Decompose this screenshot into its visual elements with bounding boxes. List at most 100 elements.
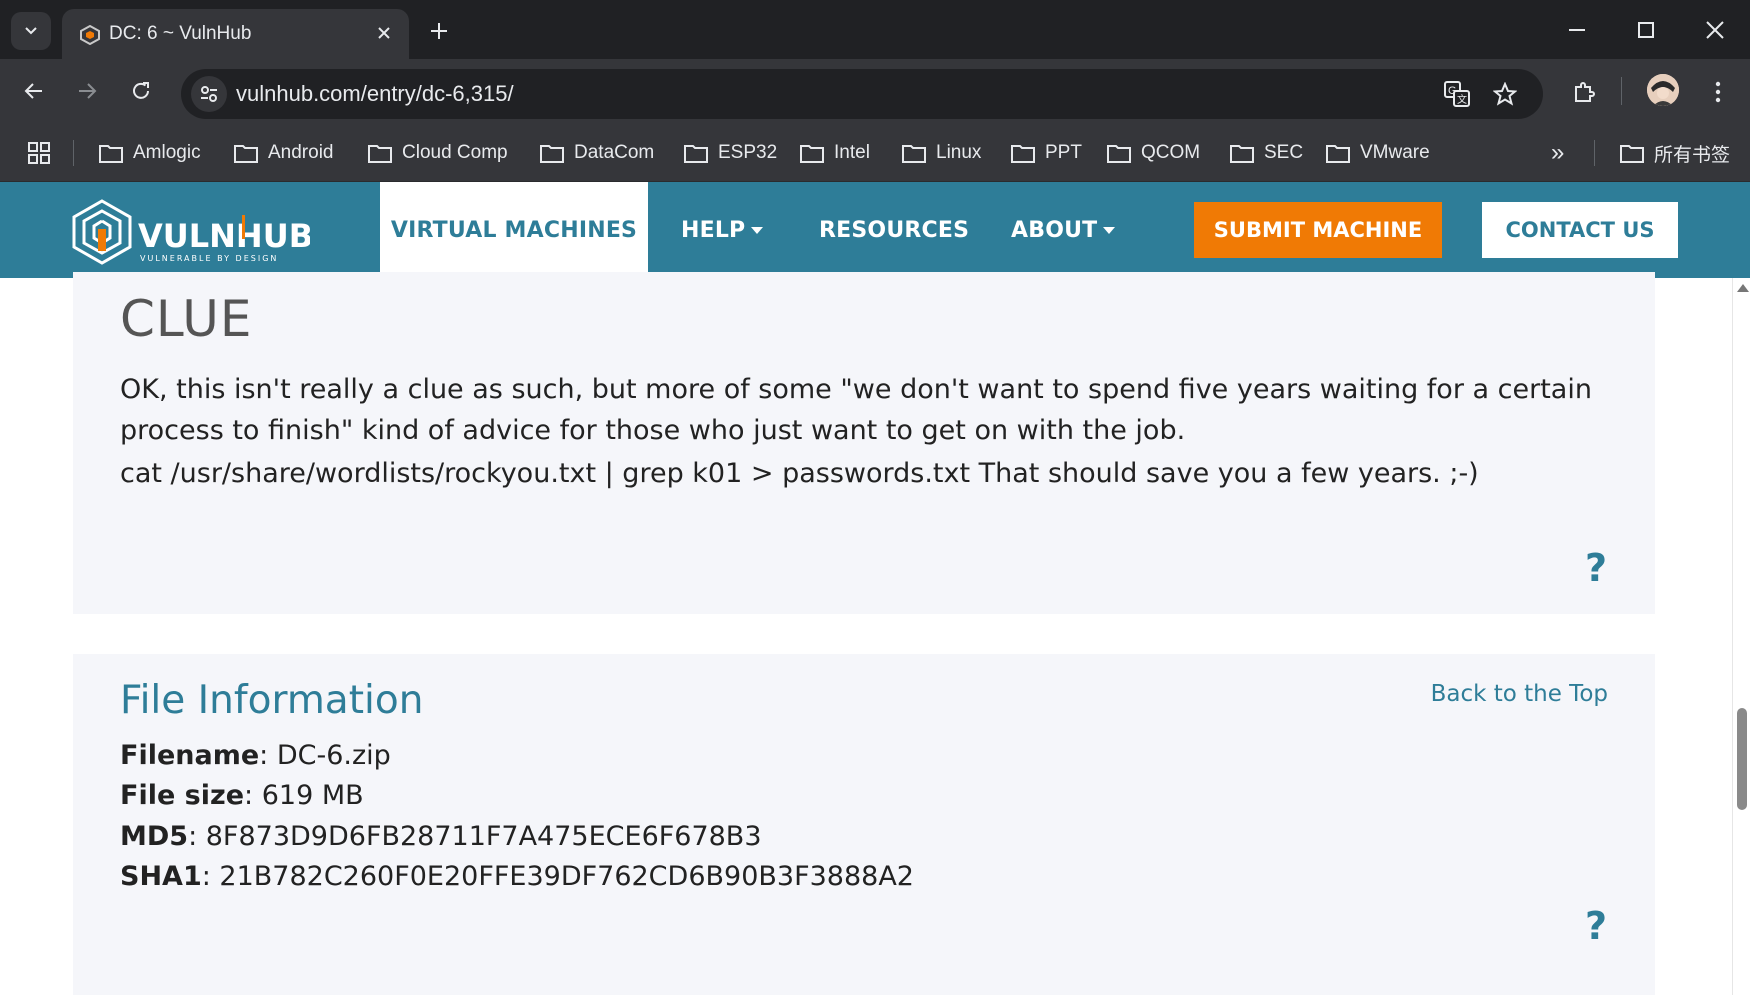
tab-title: DC: 6 ~ VulnHub [109,23,252,44]
browser-toolbar: vulnhub.com/entry/dc-6,315/ G文 [0,59,1750,123]
clue-paragraph: OK, this isn't really a clue as such, bu… [120,374,1592,446]
md5-row: MD5: 8F873D9D6FB28711F7A475ECE6F678B3 [120,821,762,852]
all-bookmarks-folder[interactable]: 所有书签 [1620,139,1730,167]
bookmark-folder[interactable]: DataCom [540,139,654,167]
logo-tagline: VULNERABLE BY DESIGN [140,254,278,263]
bookmarks-divider [73,140,74,166]
back-button[interactable] [16,73,52,109]
site-navbar: VULNHUB VULNERABLE BY DESIGN VIRTUAL MAC… [0,182,1750,278]
filename-label: Filename [120,740,260,771]
filesize-row: File size: 619 MB [120,780,364,811]
nav-virtual-machines[interactable]: VIRTUAL MACHINES [380,182,648,278]
arrow-left-icon [24,83,42,99]
bookmark-folder[interactable]: PPT [1011,139,1082,167]
nav-about[interactable]: ABOUT [1011,182,1116,278]
translate-button[interactable]: G文 [1443,80,1471,108]
maximize-icon [1638,22,1654,38]
new-tab-button[interactable] [424,16,454,46]
contact-us-button[interactable]: CONTACT US [1482,202,1678,258]
bookmark-label: DataCom [574,142,655,163]
bookmark-label: Linux [936,142,982,163]
file-info-panel: File Information Back to the Top Filenam… [73,654,1655,995]
minimize-button[interactable] [1554,10,1600,50]
apps-grid-icon [28,142,50,164]
bookmark-label: ESP32 [718,142,778,163]
scrollbar-thumb[interactable] [1737,708,1747,810]
forward-button[interactable] [69,73,105,109]
help-question-icon[interactable]: ? [1585,546,1615,590]
folder-icon [540,145,564,163]
nav-label: ABOUT [1011,217,1098,243]
minimize-icon [1569,29,1585,31]
bookmark-folder[interactable]: Android [234,139,334,167]
vulnhub-logo[interactable]: VULNHUB VULNERABLE BY DESIGN [70,197,310,267]
site-info-button[interactable] [191,76,227,112]
arrow-right-icon [79,83,97,99]
folder-icon [1620,145,1644,163]
bookmark-folder[interactable]: Amlogic [99,139,201,167]
bookmark-label: Android [268,142,334,163]
bookmark-folder[interactable]: ESP32 [684,139,777,167]
bookmark-folder[interactable]: SEC [1230,139,1303,167]
bookmark-label: SEC [1264,142,1304,163]
url-text: vulnhub.com/entry/dc-6,315/ [236,81,514,106]
bookmark-folder[interactable]: Linux [902,139,981,167]
md5-label: MD5 [120,821,189,852]
submit-machine-button[interactable]: SUBMIT MACHINE [1194,202,1442,258]
filesize-value: : 619 MB [244,780,364,811]
web-page: VULNHUB VULNERABLE BY DESIGN VIRTUAL MAC… [0,182,1750,995]
filename-row: Filename: DC-6.zip [120,740,391,771]
profile-avatar[interactable] [1647,74,1679,106]
maximize-button[interactable] [1623,10,1669,50]
bookmark-label: Amlogic [133,142,201,163]
star-icon [1493,82,1517,106]
scroll-up-arrow-icon[interactable] [1737,284,1749,292]
puzzle-icon [1575,82,1595,102]
nav-label: VIRTUAL MACHINES [390,217,638,243]
file-info-heading: File Information [120,678,424,723]
folder-icon [234,145,258,163]
bookmark-folder[interactable]: Cloud Comp [368,139,508,167]
bookmarks-divider [1594,140,1595,166]
bookmark-star-button[interactable] [1491,80,1519,108]
folder-icon [684,145,708,163]
button-label: SUBMIT MACHINE [1213,218,1423,242]
tab-search-button[interactable] [11,12,51,50]
caret-down-icon [751,226,764,234]
extensions-button[interactable] [1567,75,1601,109]
reload-button[interactable] [123,73,159,109]
browser-tab[interactable]: DC: 6 ~ VulnHub [62,9,409,59]
chrome-menu-button[interactable] [1701,75,1735,109]
button-label: CONTACT US [1505,218,1655,242]
bookmark-folder[interactable]: VMware [1326,139,1430,167]
folder-icon [800,145,824,163]
sha1-row: SHA1: 21B782C260F0E20FFE39DF762CD6B90B3F… [120,861,914,892]
plus-icon [431,23,447,39]
back-to-top-link[interactable]: Back to the Top [1431,681,1608,707]
folder-icon [1230,145,1254,163]
bookmark-label: Intel [834,142,870,163]
bookmark-label: PPT [1045,142,1082,163]
nav-resources[interactable]: RESOURCES [819,182,969,278]
translate-icon: G文 [1444,81,1470,107]
bookmarks-overflow-button[interactable]: » [1551,139,1564,167]
reload-icon [133,82,149,99]
filename-value: : DC-6.zip [259,740,391,771]
window-close-button[interactable] [1692,10,1738,50]
address-bar[interactable]: vulnhub.com/entry/dc-6,315/ G文 [181,69,1543,119]
apps-button[interactable] [28,139,60,167]
folder-icon [1326,145,1350,163]
logo-text: VULNHUB [138,217,310,255]
nav-help[interactable]: HELP [681,182,764,278]
toolbar-divider [1621,77,1622,105]
bookmark-folder[interactable]: Intel [800,139,870,167]
bookmark-label: QCOM [1141,142,1201,163]
bookmark-label: VMware [1360,142,1430,163]
page-scrollbar[interactable] [1732,278,1750,995]
bookmark-folder[interactable]: QCOM [1107,139,1200,167]
main-content: CLUE OK, this isn't really a clue as suc… [0,272,1732,995]
tab-close-button[interactable] [370,19,398,47]
help-question-icon[interactable]: ? [1585,904,1615,948]
overflow-chevron-icon: » [1551,139,1565,166]
close-icon [1706,21,1724,39]
